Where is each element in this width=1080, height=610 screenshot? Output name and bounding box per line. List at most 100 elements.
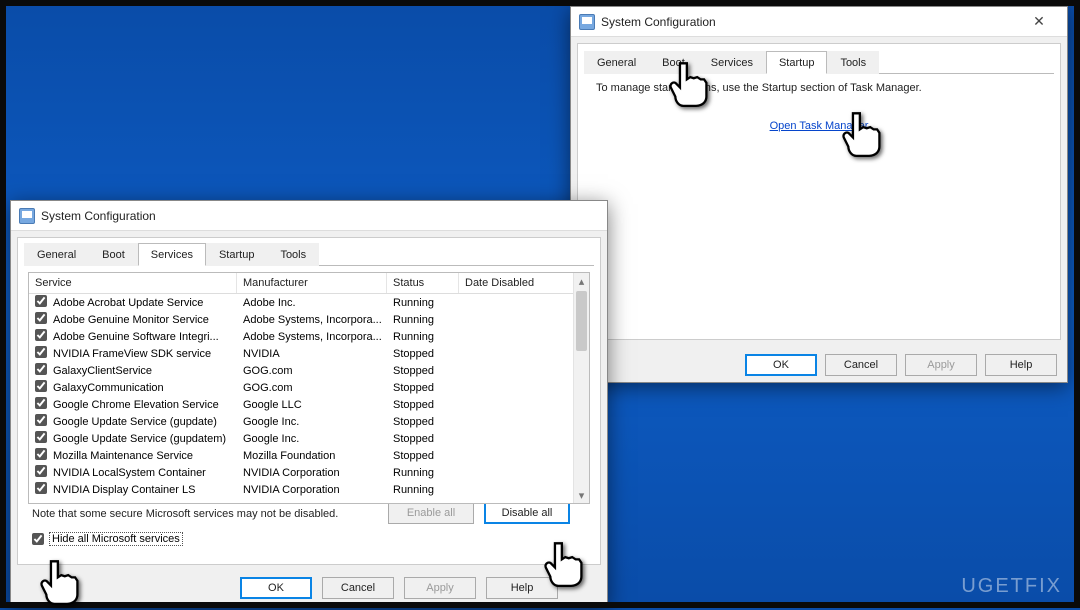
- tab-tools[interactable]: Tools: [827, 51, 879, 74]
- table-row[interactable]: NVIDIA Display Container LSNVIDIA Corpor…: [29, 481, 589, 498]
- tab-startup[interactable]: Startup: [766, 51, 827, 74]
- cell-service: Google Chrome Elevation Service: [53, 399, 243, 411]
- cell-status: Stopped: [393, 399, 465, 411]
- table-row[interactable]: Google Update Service (gupdatem)Google I…: [29, 430, 589, 447]
- tab-general[interactable]: General: [584, 51, 649, 74]
- cell-manufacturer: NVIDIA Corporation: [243, 484, 393, 496]
- tab-boot[interactable]: Boot: [89, 243, 138, 266]
- service-checkbox[interactable]: [35, 346, 47, 358]
- cell-status: Stopped: [393, 433, 465, 445]
- service-checkbox[interactable]: [35, 448, 47, 460]
- cell-service: GalaxyClientService: [53, 365, 243, 377]
- service-checkbox[interactable]: [35, 380, 47, 392]
- col-manufacturer[interactable]: Manufacturer: [237, 273, 387, 293]
- dialog-title: System Configuration: [41, 209, 156, 223]
- disable-all-button[interactable]: Disable all: [484, 502, 570, 524]
- msconfig-icon: [19, 208, 35, 224]
- scroll-down-icon[interactable]: ▾: [574, 487, 589, 503]
- cancel-button[interactable]: Cancel: [322, 577, 394, 599]
- service-checkbox[interactable]: [35, 295, 47, 307]
- cell-service: Mozilla Maintenance Service: [53, 450, 243, 462]
- system-configuration-services-window: System Configuration General Boot Servic…: [10, 200, 608, 608]
- tab-general[interactable]: General: [24, 243, 89, 266]
- col-date-disabled[interactable]: Date Disabled: [459, 273, 589, 293]
- cell-manufacturer: Adobe Systems, Incorpora...: [243, 314, 393, 326]
- cell-service: Adobe Genuine Monitor Service: [53, 314, 243, 326]
- table-row[interactable]: Adobe Acrobat Update ServiceAdobe Inc.Ru…: [29, 294, 589, 311]
- help-button[interactable]: Help: [985, 354, 1057, 376]
- cell-status: Running: [393, 467, 465, 479]
- cell-manufacturer: Google Inc.: [243, 433, 393, 445]
- services-tab-body: Service Manufacturer Status Date Disable…: [20, 266, 598, 554]
- client-area: General Boot Services Startup Tools To m…: [577, 43, 1061, 340]
- apply-button[interactable]: Apply: [404, 577, 476, 599]
- tab-tools[interactable]: Tools: [267, 243, 319, 266]
- cancel-button[interactable]: Cancel: [825, 354, 897, 376]
- cell-status: Stopped: [393, 348, 465, 360]
- cell-service: NVIDIA FrameView SDK service: [53, 348, 243, 360]
- ok-button[interactable]: OK: [745, 354, 817, 376]
- msconfig-icon: [579, 14, 595, 30]
- hide-microsoft-label[interactable]: Hide all Microsoft services: [49, 532, 183, 546]
- cell-status: Stopped: [393, 416, 465, 428]
- cell-status: Stopped: [393, 382, 465, 394]
- tab-startup[interactable]: Startup: [206, 243, 267, 266]
- help-button[interactable]: Help: [486, 577, 558, 599]
- service-checkbox[interactable]: [35, 397, 47, 409]
- close-button[interactable]: ✕: [1019, 10, 1059, 34]
- ok-button[interactable]: OK: [240, 577, 312, 599]
- enable-all-button[interactable]: Enable all: [388, 502, 474, 524]
- service-checkbox[interactable]: [35, 465, 47, 477]
- table-row[interactable]: GalaxyClientServiceGOG.comStopped: [29, 362, 589, 379]
- service-checkbox[interactable]: [35, 431, 47, 443]
- col-status[interactable]: Status: [387, 273, 459, 293]
- tab-strip: General Boot Services Startup Tools: [584, 50, 1054, 74]
- titlebar[interactable]: System Configuration ✕: [571, 7, 1067, 37]
- cell-service: NVIDIA LocalSystem Container: [53, 467, 243, 479]
- tab-strip: General Boot Services Startup Tools: [24, 242, 594, 266]
- col-service[interactable]: Service: [29, 273, 237, 293]
- cell-manufacturer: Google Inc.: [243, 416, 393, 428]
- table-row[interactable]: NVIDIA FrameView SDK serviceNVIDIAStoppe…: [29, 345, 589, 362]
- table-row[interactable]: Adobe Genuine Monitor ServiceAdobe Syste…: [29, 311, 589, 328]
- hide-microsoft-checkbox[interactable]: [32, 533, 44, 545]
- table-row[interactable]: Mozilla Maintenance ServiceMozilla Found…: [29, 447, 589, 464]
- startup-message: To manage startup items, use the Startup…: [596, 82, 1048, 94]
- cell-manufacturer: Mozilla Foundation: [243, 450, 393, 462]
- cell-service: Google Update Service (gupdatem): [53, 433, 243, 445]
- watermark: UGETFIX: [961, 575, 1062, 598]
- cell-status: Stopped: [393, 450, 465, 462]
- tab-services[interactable]: Services: [698, 51, 766, 74]
- open-task-manager-link[interactable]: Open Task Manager: [770, 120, 869, 132]
- cell-status: Running: [393, 484, 465, 496]
- cell-service: GalaxyCommunication: [53, 382, 243, 394]
- dialog-buttons: OK Cancel Apply Help: [11, 571, 607, 607]
- dialog-buttons: OK Cancel Apply Help: [571, 346, 1067, 382]
- tab-boot[interactable]: Boot: [649, 51, 698, 74]
- cell-manufacturer: NVIDIA Corporation: [243, 467, 393, 479]
- scroll-up-icon[interactable]: ▴: [574, 273, 589, 289]
- cell-status: Running: [393, 297, 465, 309]
- table-row[interactable]: GalaxyCommunicationGOG.comStopped: [29, 379, 589, 396]
- table-row[interactable]: Google Update Service (gupdate)Google In…: [29, 413, 589, 430]
- cell-manufacturer: Google LLC: [243, 399, 393, 411]
- list-scrollbar[interactable]: ▴ ▾: [573, 273, 589, 503]
- services-list[interactable]: Service Manufacturer Status Date Disable…: [28, 272, 590, 504]
- table-row[interactable]: Google Chrome Elevation ServiceGoogle LL…: [29, 396, 589, 413]
- cell-status: Running: [393, 331, 465, 343]
- titlebar[interactable]: System Configuration: [11, 201, 607, 231]
- apply-button[interactable]: Apply: [905, 354, 977, 376]
- service-checkbox[interactable]: [35, 414, 47, 426]
- table-row[interactable]: NVIDIA LocalSystem ContainerNVIDIA Corpo…: [29, 464, 589, 481]
- cell-manufacturer: Adobe Inc.: [243, 297, 393, 309]
- cell-manufacturer: NVIDIA: [243, 348, 393, 360]
- service-checkbox[interactable]: [35, 363, 47, 375]
- scroll-thumb[interactable]: [576, 291, 587, 351]
- cell-manufacturer: GOG.com: [243, 382, 393, 394]
- service-checkbox[interactable]: [35, 312, 47, 324]
- service-checkbox[interactable]: [35, 482, 47, 494]
- table-row[interactable]: Adobe Genuine Software Integri...Adobe S…: [29, 328, 589, 345]
- tab-services[interactable]: Services: [138, 243, 206, 266]
- cell-manufacturer: Adobe Systems, Incorpora...: [243, 331, 393, 343]
- service-checkbox[interactable]: [35, 329, 47, 341]
